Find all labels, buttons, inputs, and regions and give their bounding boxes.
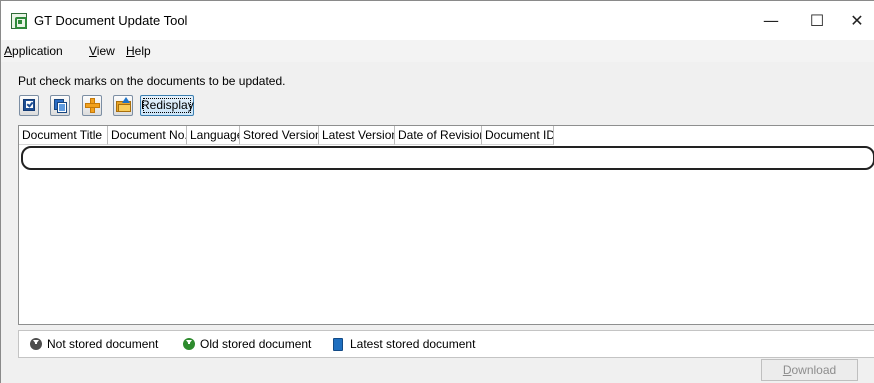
highlighted-empty-row [21, 146, 874, 170]
close-button[interactable]: ✕ [840, 1, 874, 40]
legend-label-not-stored: Not stored document [47, 337, 159, 351]
menu-application-mnemonic: A [4, 44, 13, 58]
column-header-document-no[interactable]: Document No. [108, 126, 187, 145]
window-title: GT Document Update Tool [34, 13, 188, 28]
instruction-text: Put check marks on the documents to be u… [18, 74, 286, 88]
download-button[interactable]: Download [761, 359, 858, 381]
open-folder-button[interactable] [113, 95, 133, 116]
menu-view-mnemonic: V [89, 44, 97, 58]
menu-view[interactable]: View [89, 44, 115, 58]
check-all-icon-mark [26, 101, 33, 108]
column-header-document-id[interactable]: Document ID [482, 126, 554, 145]
menu-view-label: iew [96, 44, 115, 58]
copy-icon-front [57, 102, 67, 113]
not-stored-icon [30, 338, 42, 350]
legend-label-old-stored: Old stored document [200, 337, 312, 351]
download-label: ownload [791, 363, 837, 377]
legend-label-latest-stored: Latest stored document [350, 337, 476, 351]
legend-panel: Not stored document Old stored document … [18, 330, 874, 358]
menu-help-label: elp [134, 44, 151, 58]
maximize-button[interactable]: ☐ [794, 1, 840, 40]
column-header-language[interactable]: Language [187, 126, 240, 145]
menu-help-mnemonic: H [126, 44, 135, 58]
menu-bar: Application View Help [1, 40, 874, 62]
column-header-stored-version[interactable]: Stored Version [240, 126, 319, 145]
menu-application[interactable]: Application [4, 44, 63, 58]
add-button[interactable] [82, 95, 102, 116]
title-bar[interactable]: GT Document Update Tool — ☐ ✕ [1, 1, 874, 40]
app-icon [11, 13, 27, 29]
old-stored-icon [183, 338, 195, 350]
app-window: GT Document Update Tool — ☐ ✕ Applicatio… [0, 0, 874, 383]
document-grid[interactable]: Document Title Document No. Language Sto… [18, 125, 874, 325]
open-folder-icon-arrow [122, 97, 130, 103]
minimize-button[interactable]: — [748, 1, 794, 40]
column-header-latest-version[interactable]: Latest Version [319, 126, 395, 145]
open-folder-icon-front [118, 104, 131, 112]
column-header-document-title[interactable]: Document Title [19, 126, 108, 145]
add-icon-bar [85, 103, 100, 108]
copy-button[interactable] [50, 95, 70, 116]
menu-help[interactable]: Help [126, 44, 151, 58]
redisplay-button[interactable]: Redisplay [140, 95, 194, 116]
menu-application-label: pplication [12, 44, 63, 58]
check-all-button[interactable] [19, 95, 39, 116]
column-header-date-of-revision[interactable]: Date of Revision [395, 126, 482, 145]
latest-stored-icon [333, 338, 343, 351]
